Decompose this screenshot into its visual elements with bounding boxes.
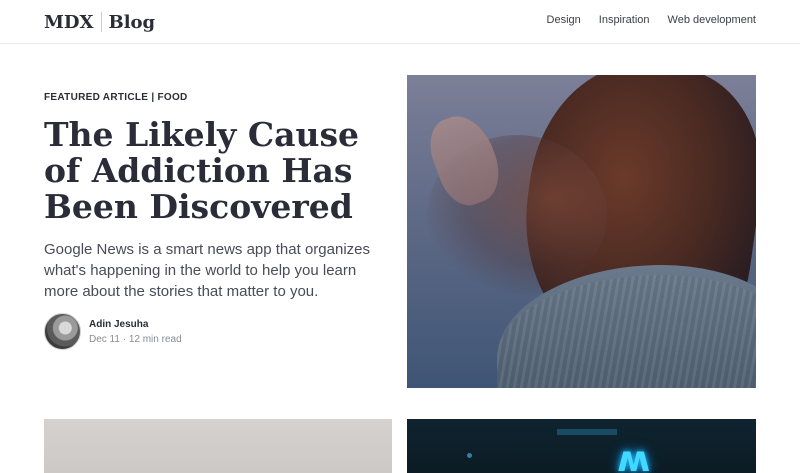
main-nav: Design Inspiration Web development: [547, 14, 756, 26]
nav-web-development[interactable]: Web development: [668, 14, 756, 26]
neon-dot: [467, 453, 472, 458]
article-meta: Dec 11 · 12 min read: [89, 333, 182, 345]
brand-blog: Blog: [108, 11, 156, 33]
neon-bar: [557, 429, 617, 435]
site-header: MDX Blog Design Inspiration Web developm…: [0, 0, 800, 44]
brand-logo[interactable]: MDX Blog: [44, 11, 155, 33]
article-title[interactable]: The Likely Cause of Addiction Has Been D…: [44, 117, 374, 225]
nav-inspiration[interactable]: Inspiration: [599, 14, 650, 26]
author-block: Adin Jesuha Dec 11 · 12 min read: [44, 313, 182, 350]
article-excerpt: Google News is a smart news app that org…: [44, 241, 370, 300]
article-card-image-left[interactable]: [44, 419, 392, 473]
author-name[interactable]: Adin Jesuha: [89, 319, 182, 330]
article-category[interactable]: FEATURED ARTICLE | FOOD: [44, 92, 374, 103]
neon-sign-graphic: ʍ: [617, 439, 650, 473]
article-card-image-right[interactable]: ʍ: [407, 419, 756, 473]
avatar[interactable]: [44, 313, 81, 350]
featured-image[interactable]: [407, 75, 756, 388]
nav-design[interactable]: Design: [547, 14, 581, 26]
brand-divider: [100, 12, 102, 32]
author-info: Adin Jesuha Dec 11 · 12 min read: [89, 319, 182, 345]
brand-mdx: MDX: [44, 11, 94, 33]
featured-article: FEATURED ARTICLE | FOOD The Likely Cause…: [44, 92, 374, 302]
